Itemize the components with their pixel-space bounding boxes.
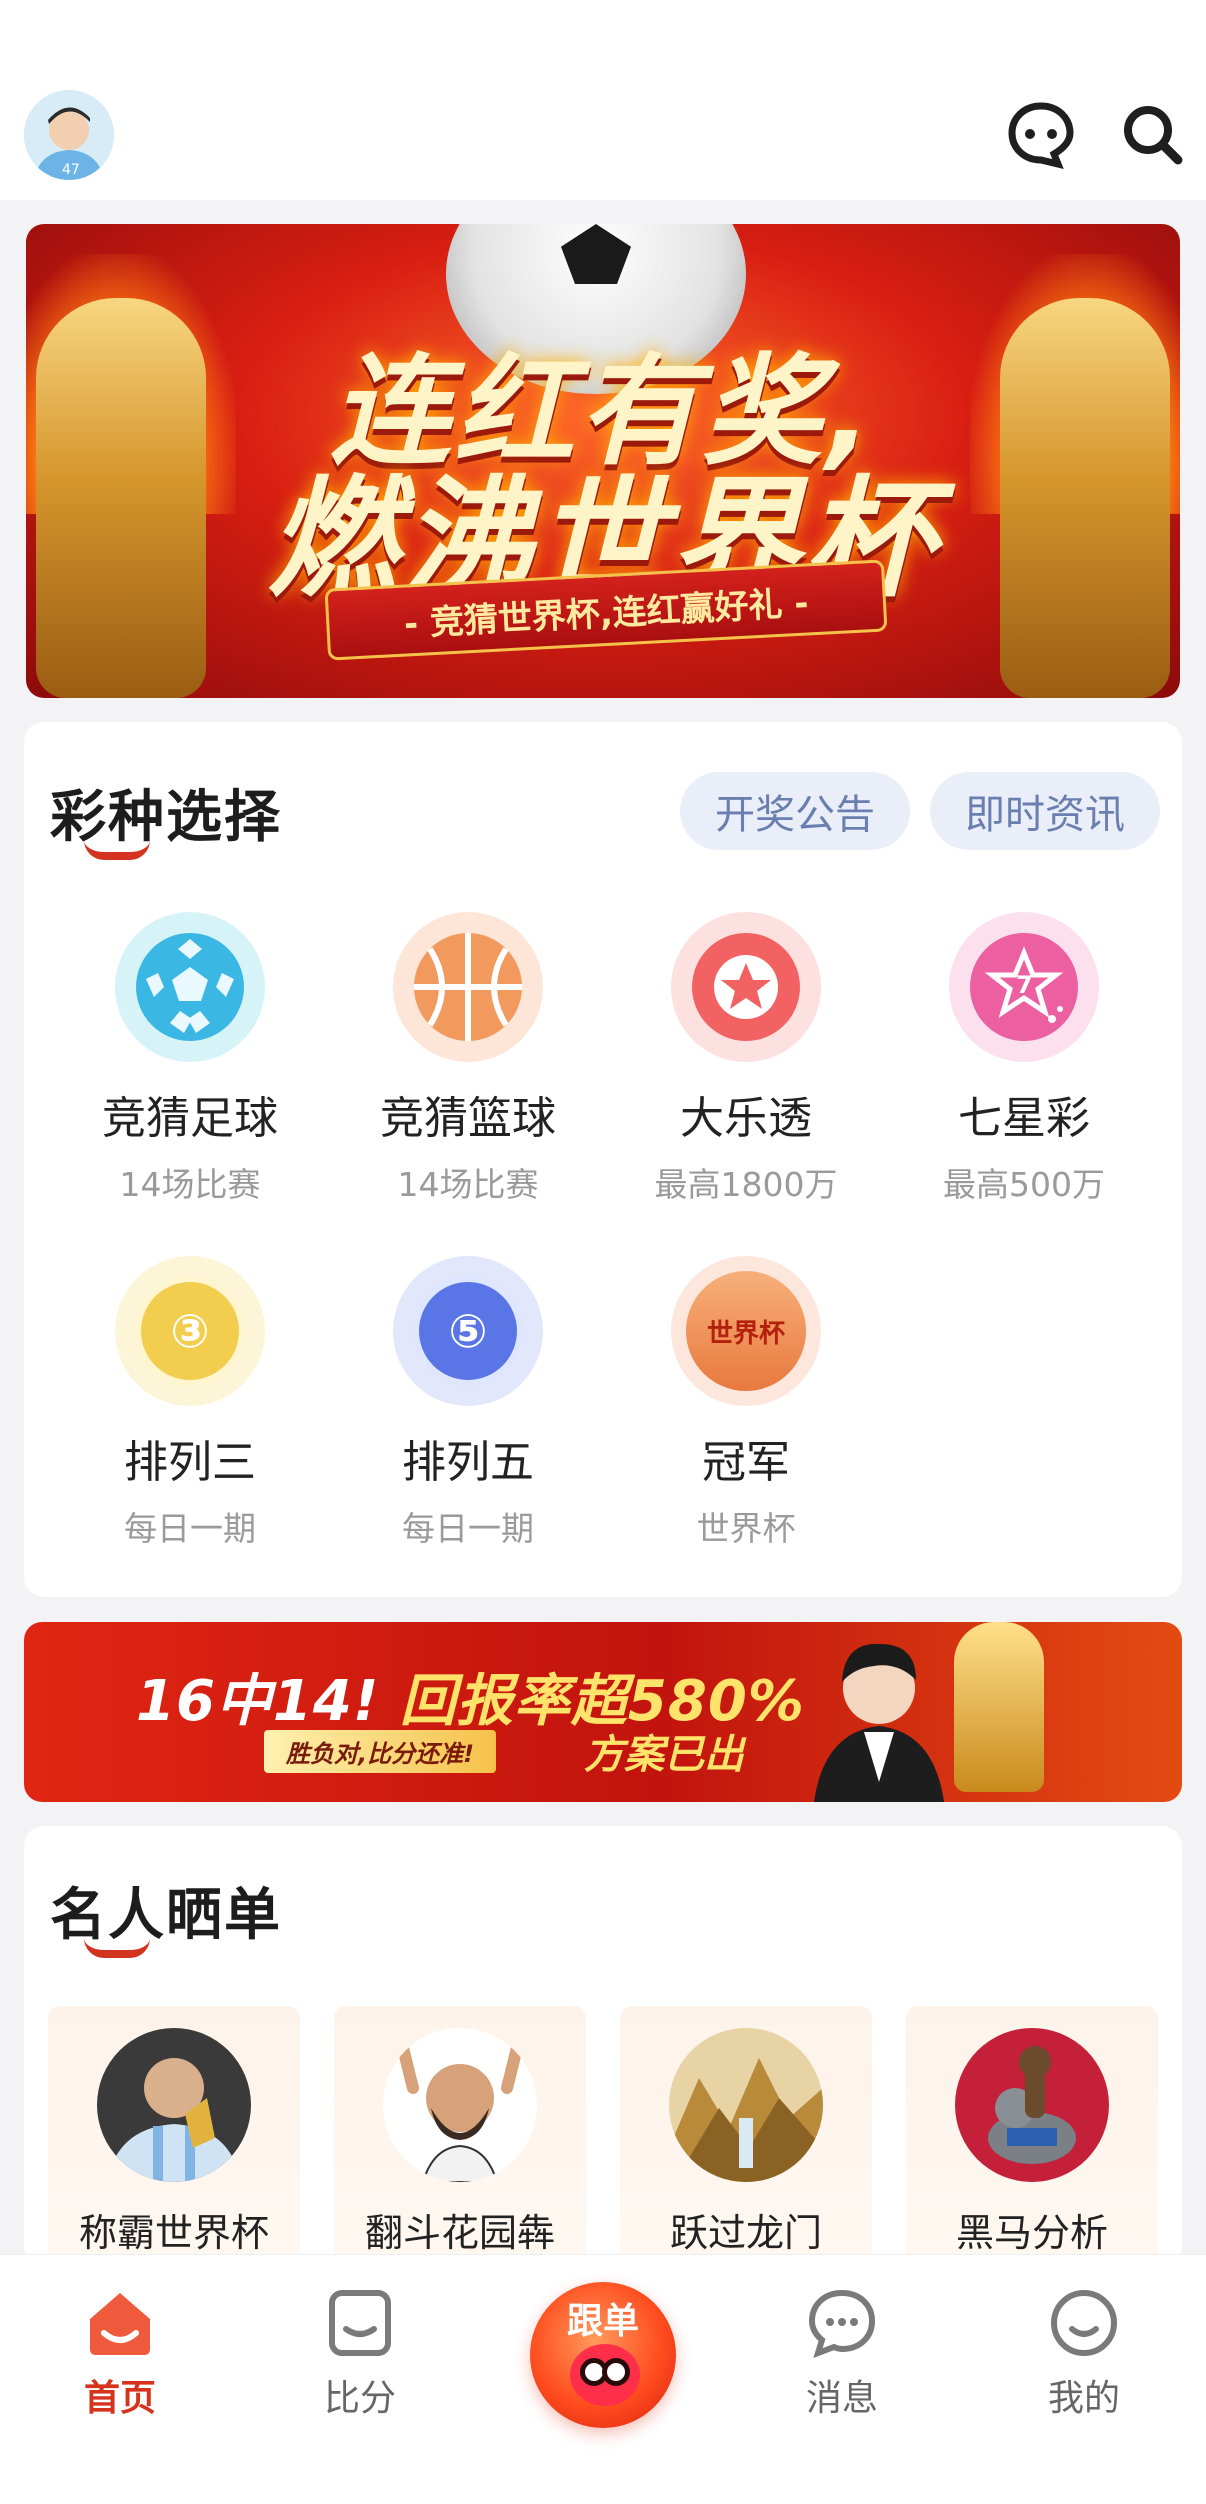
instant-news-button[interactable]: 即时资讯 [930,772,1160,850]
banner-plan-text: 方案已出 [584,1732,744,1778]
banner-tagline: 胜负对,比分还准! [264,1730,497,1773]
customer-service-icon[interactable] [1006,100,1076,170]
celebrity-avatar [97,2028,251,2182]
game-name: 大乐透 [680,1093,812,1144]
celebrity-item[interactable]: 跃过龙门 [620,2006,872,2286]
game-name: 七星彩 [958,1093,1090,1144]
game-subtitle: 每日一期 [402,1509,534,1548]
game-subtitle: 最高1800万 [654,1165,838,1204]
promo-banner-return-rate[interactable]: 16中14! 回报率超580% 胜负对,比分还准! 方案已出 [24,1622,1182,1802]
ball-3-icon: ③ [115,1256,265,1406]
svg-text:7: 7 [1016,971,1033,999]
mascot-icon [570,2344,640,2406]
svg-text:47: 47 [62,162,80,178]
celebrity-name: 称霸世界杯 [78,2211,269,2255]
tab-mine[interactable]: 我的 [1004,2285,1164,2421]
search-icon[interactable] [1118,100,1188,170]
game-name: 排列三 [124,1437,256,1488]
ball-5-icon: ⑤ [393,1256,543,1406]
lottery-selection-card: 彩种选择 开奖公告 即时资讯 竞猜足球 14场比赛 竞猜篮球 14场比赛 大乐透… [24,722,1182,1597]
celebrity-item[interactable]: 黑马分析 [906,2006,1158,2286]
champion-glyph: 世界杯 [686,1271,806,1391]
follow-bet-button[interactable]: 跟单 [530,2282,676,2428]
game-item-pick5[interactable]: ⑤ 排列五 每日一期 [358,1256,578,1550]
title-underline-decoration [84,840,150,860]
tab-label: 首页 [83,2378,156,2419]
celebrity-picks-card: 名人晒单 称霸世界杯 翻斗花园犇 跃过龙门 黑马分析 [24,1826,1182,2286]
basketball-icon [393,912,543,1062]
game-item-basketball[interactable]: 竞猜篮球 14场比赛 [358,912,578,1206]
title-underline-decoration [84,1938,150,1958]
champion-icon: 世界杯 [671,1256,821,1406]
home-icon [82,2285,158,2361]
game-subtitle: 14场比赛 [397,1165,539,1204]
avatar-illustration: 47 [24,90,114,180]
message-icon [804,2285,880,2361]
game-name: 竞猜篮球 [380,1093,556,1144]
game-subtitle: 每日一期 [124,1509,256,1548]
game-subtitle: 14场比赛 [119,1165,261,1204]
tab-label: 我的 [1047,2378,1120,2419]
celebrity-avatar [669,2028,823,2182]
tab-home[interactable]: 首页 [40,2285,200,2421]
celebrity-avatar [383,2028,537,2182]
tab-label: 比分 [323,2378,396,2419]
celebrity-name: 黑马分析 [955,2211,1108,2255]
star-ball-icon [671,912,821,1062]
game-subtitle: 最高500万 [943,1165,1105,1204]
celebrity-avatar [955,2028,1109,2182]
celebrity-name: 翻斗花园犇 [364,2211,555,2255]
game-name: 排列五 [402,1437,534,1488]
tab-label: 消息 [805,2378,878,2419]
trophy-image [954,1622,1044,1792]
tab-messages[interactable]: 消息 [762,2285,922,2421]
banner-headline-a: 16中14! [136,1669,380,1734]
scoreboard-icon [322,2285,398,2361]
game-name: 竞猜足球 [102,1093,278,1144]
follow-bet-label: 跟单 [566,2301,639,2342]
game-item-super-lotto[interactable]: 大乐透 最高1800万 [636,912,856,1206]
profile-icon [1046,2285,1122,2361]
game-item-pick3[interactable]: ③ 排列三 每日一期 [80,1256,300,1550]
game-item-seven-star[interactable]: 7 七星彩 最高500万 [914,912,1134,1206]
celebrity-name: 跃过龙门 [669,2211,822,2255]
ball-3-glyph: ③ [135,1276,245,1386]
game-item-soccer[interactable]: 竞猜足球 14场比赛 [80,912,300,1206]
tab-score[interactable]: 比分 [280,2285,440,2421]
draw-announcement-button[interactable]: 开奖公告 [680,772,910,850]
game-name: 冠军 [702,1437,790,1488]
celebrity-item[interactable]: 翻斗花园犇 [334,2006,586,2286]
user-avatar[interactable]: 47 [24,90,114,180]
game-subtitle: 世界杯 [696,1509,796,1548]
seven-star-icon: 7 [949,912,1099,1062]
celebrity-item[interactable]: 称霸世界杯 [48,2006,300,2286]
promo-banner-worldcup[interactable]: 连红有奖, 燃沸世界杯 - 竞猜世界杯,连红赢好礼 - [26,224,1180,698]
ball-5-glyph: ⑤ [413,1276,523,1386]
top-bar: 47 [0,0,1206,200]
soccer-icon [115,912,265,1062]
presenter-image [804,1622,954,1802]
game-item-champion[interactable]: 世界杯 冠军 世界杯 [636,1256,856,1550]
